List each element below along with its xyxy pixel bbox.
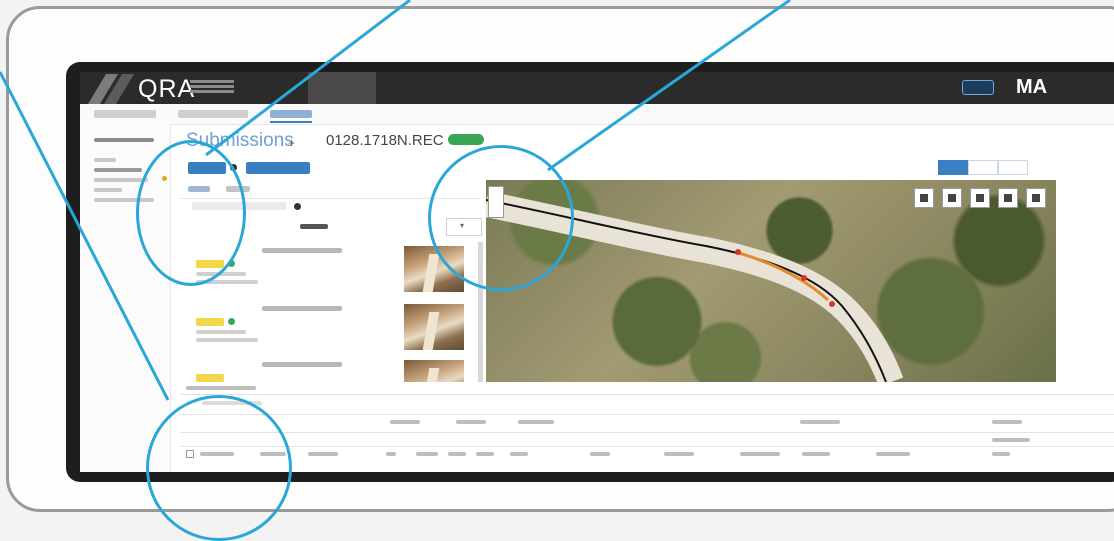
callout-circle-filter xyxy=(136,140,246,286)
callout-circle-map xyxy=(428,145,574,291)
callout-circle-table xyxy=(146,395,292,541)
